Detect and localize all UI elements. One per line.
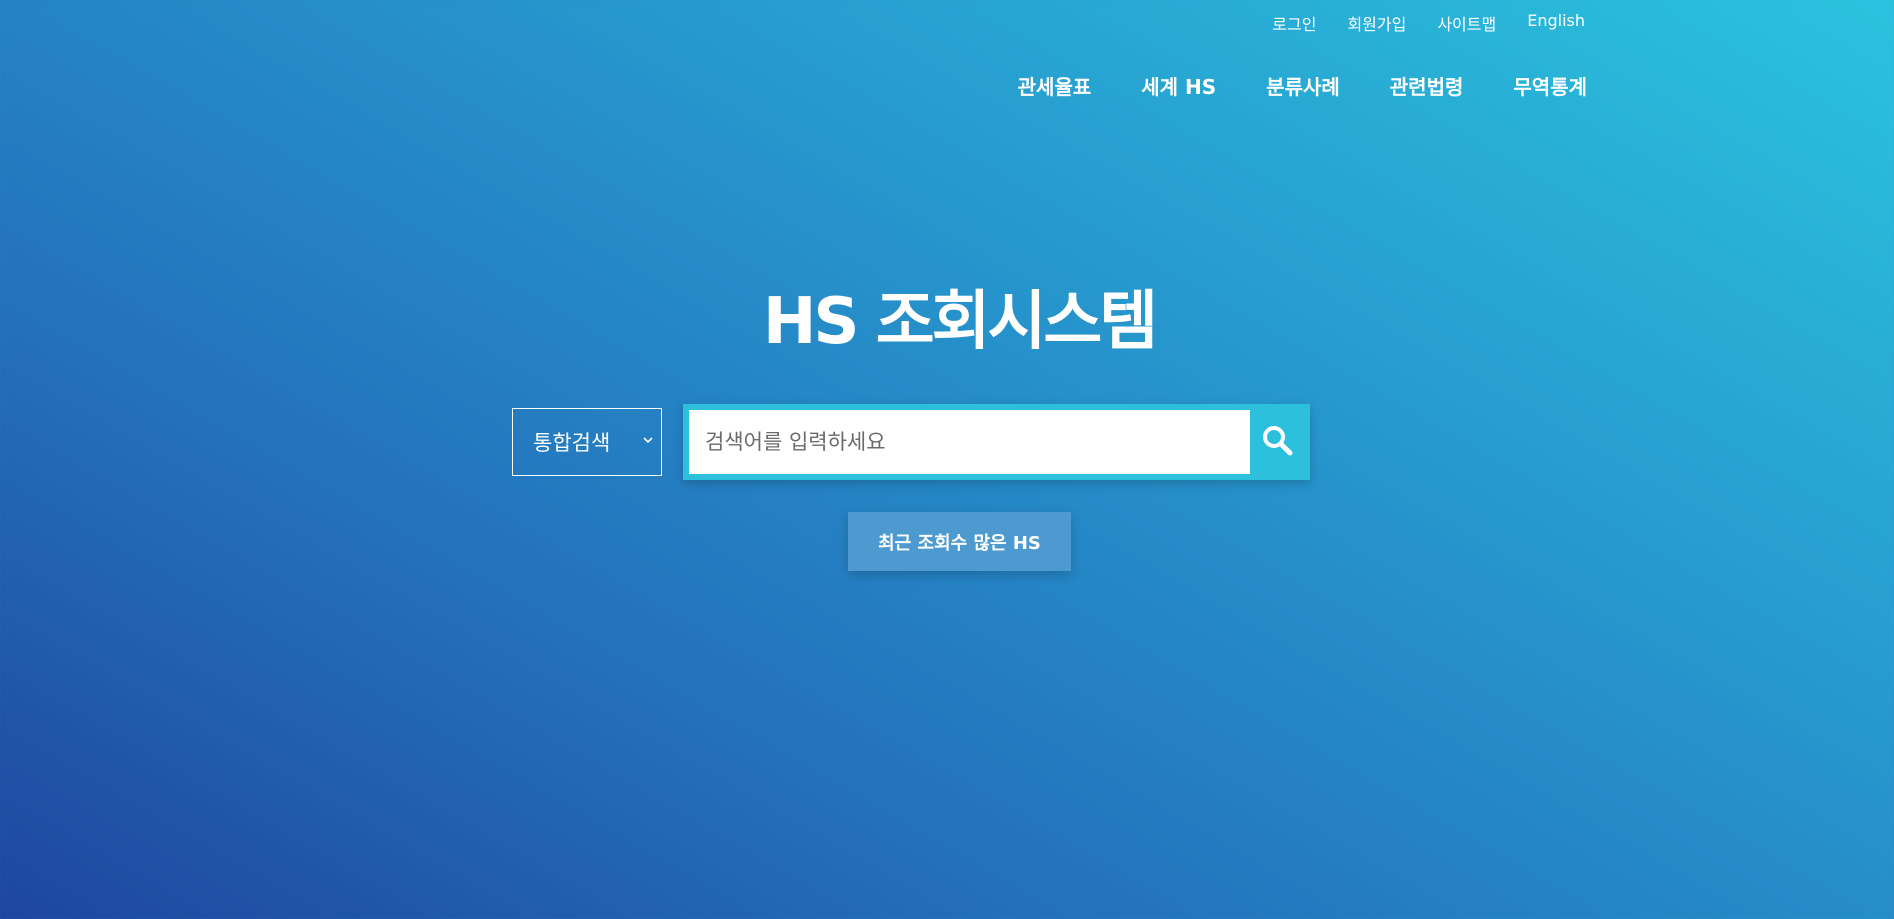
nav-item-tariff[interactable]: 관세율표	[1018, 71, 1092, 100]
chevron-down-icon	[643, 433, 653, 448]
search-button[interactable]	[1250, 410, 1304, 474]
nav-item-trade-statistics[interactable]: 무역통계	[1513, 71, 1587, 100]
popular-hs-button[interactable]: 최근 조회수 많은 HS	[848, 512, 1071, 571]
search-type-select[interactable]: 통합검색	[512, 408, 662, 476]
page-title: HS 조회시스템	[762, 285, 1158, 359]
signup-link[interactable]: 회원가입	[1347, 11, 1406, 35]
login-link[interactable]: 로그인	[1272, 11, 1316, 35]
sitemap-link[interactable]: 사이트맵	[1437, 11, 1496, 35]
search-icon	[1261, 424, 1293, 460]
utility-nav: 로그인 회원가입 사이트맵 English	[1272, 11, 1585, 35]
nav-item-classification-cases[interactable]: 분류사례	[1266, 71, 1340, 100]
nav-item-related-laws[interactable]: 관련법령	[1390, 71, 1464, 100]
search-type-value: 통합검색	[533, 431, 611, 455]
nav-item-world-hs[interactable]: 세계 HS	[1141, 71, 1216, 100]
search-box	[683, 404, 1310, 480]
search-input[interactable]	[689, 410, 1250, 474]
english-link[interactable]: English	[1527, 11, 1585, 35]
main-nav: 관세율표 세계 HS 분류사례 관련법령 무역통계	[1018, 71, 1587, 100]
